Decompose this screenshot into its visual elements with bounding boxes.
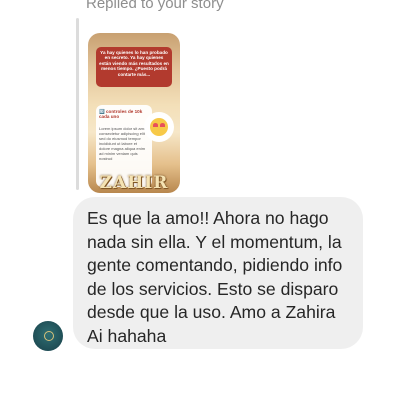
story-card-text: Lorem ipsum dolor sit amet consectetur a… [99, 125, 148, 161]
smiling-face-with-hearts-icon [144, 112, 174, 142]
emoji-face-icon [150, 118, 168, 136]
message-bubble[interactable]: Es que la amo!! Ahora no hago nada sin e… [73, 197, 363, 349]
reply-quote-line [76, 18, 79, 190]
story-logo: ZAHIR [99, 173, 169, 193]
sender-avatar[interactable] [33, 321, 63, 351]
message-text: Es que la amo!! Ahora no hago nada sin e… [87, 208, 343, 346]
reply-context-label: Replied to your story [86, 0, 224, 12]
story-banner: Ya hay quienes lo han probado en secreto… [96, 47, 172, 87]
story-card-title: 🔟 controles de 10k cada uno [99, 109, 143, 120]
brand-logo-icon [42, 330, 54, 342]
